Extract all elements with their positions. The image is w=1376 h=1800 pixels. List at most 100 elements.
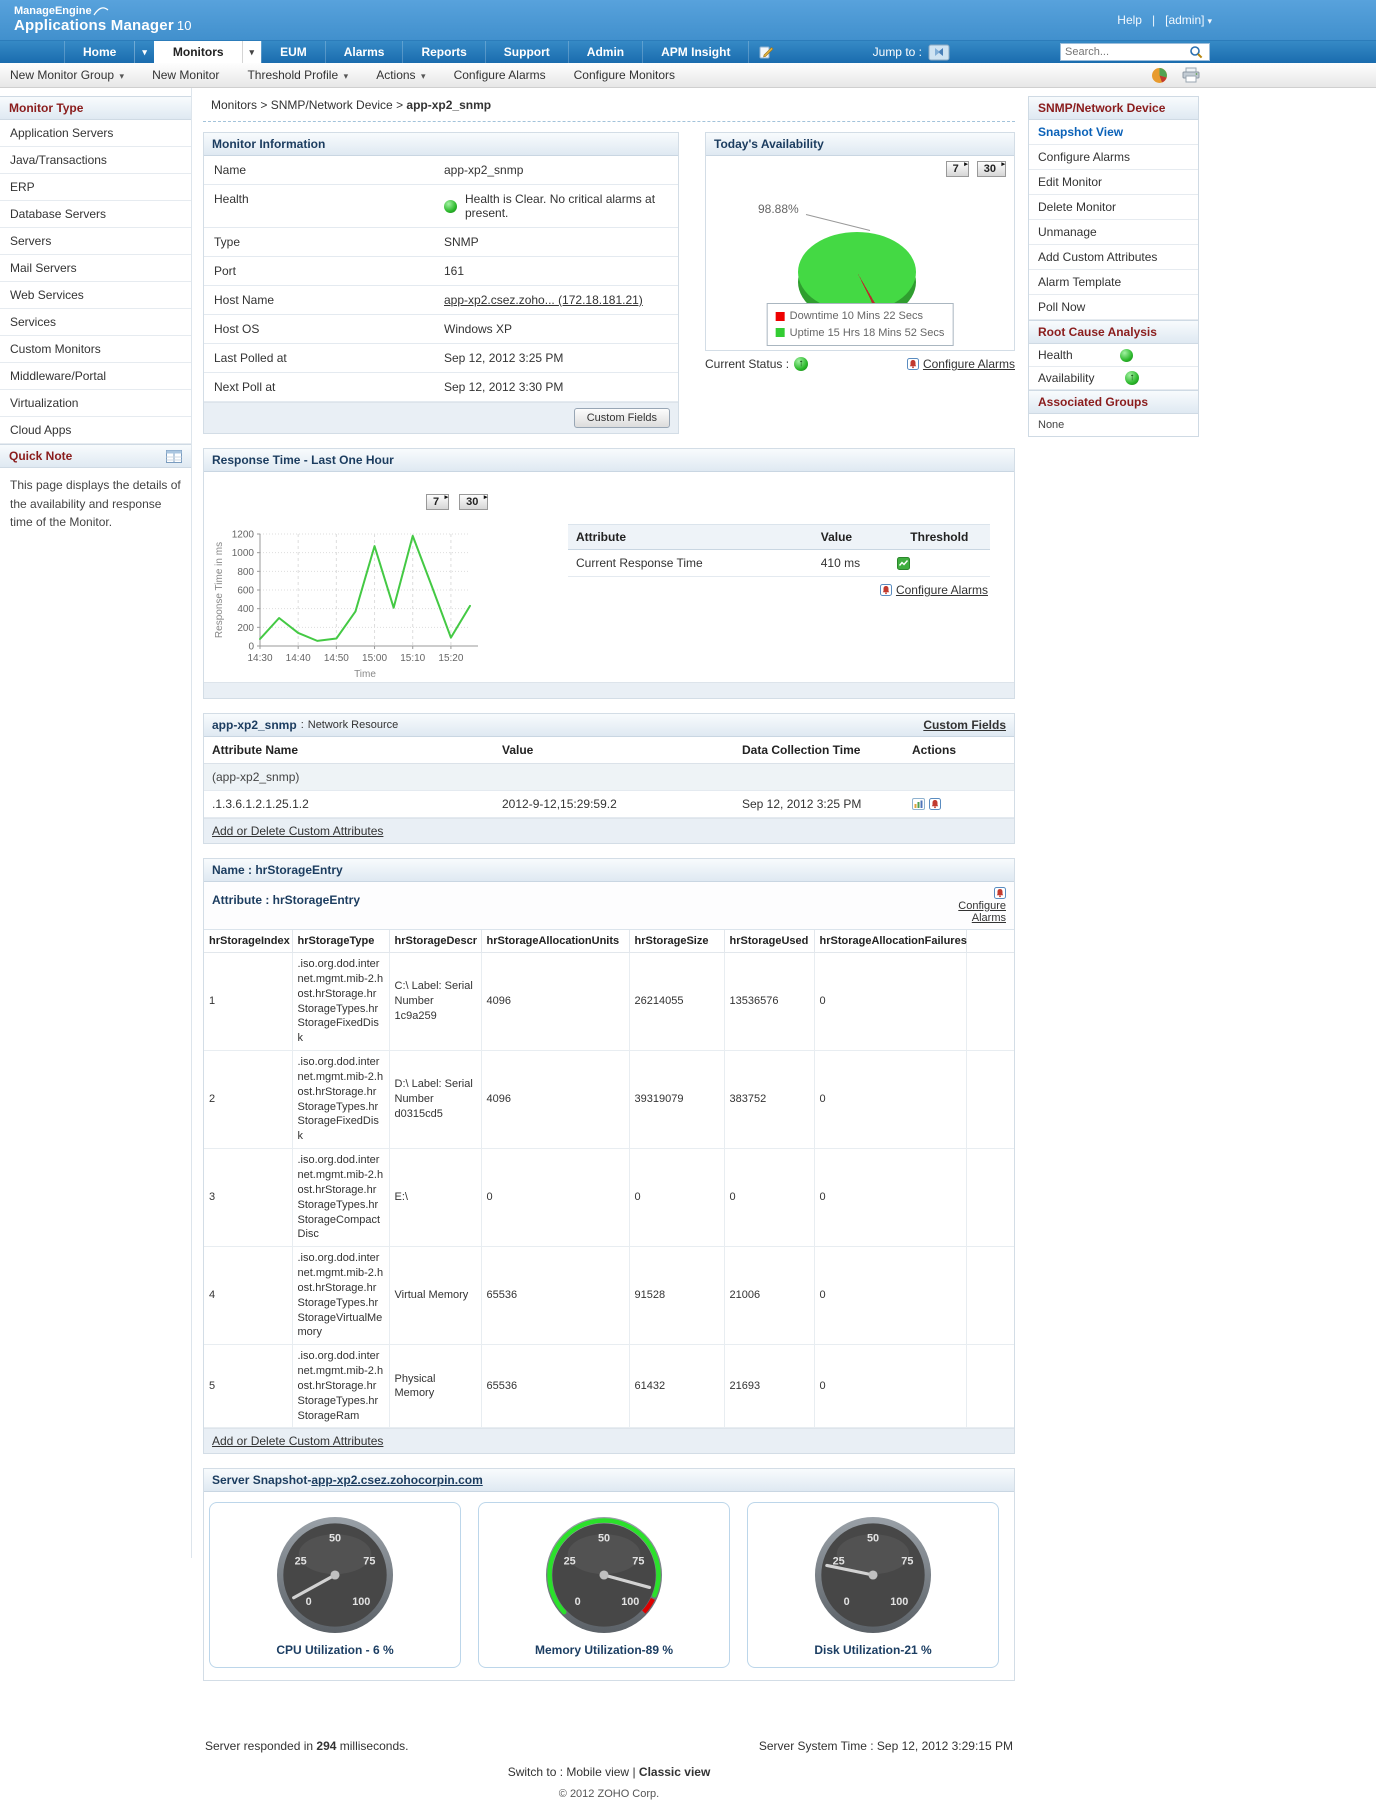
toolbar-item-label: Threshold Profile — [247, 68, 339, 82]
svg-text:25: 25 — [564, 1556, 576, 1568]
tab-home[interactable]: Home ▾ — [64, 41, 154, 63]
switch-label: Switch to : — [507, 1765, 564, 1780]
response-7-day-button[interactable]: 7 ▸ — [426, 494, 450, 510]
custom-fields-button[interactable]: Custom Fields — [573, 408, 670, 428]
health-ok-icon[interactable] — [1120, 348, 1133, 362]
svg-text:15:10: 15:10 — [400, 653, 425, 664]
toolbar-item-configure-alarms[interactable]: Configure Alarms — [454, 68, 546, 82]
sidebar-item-database-servers[interactable]: Database Servers — [0, 201, 191, 228]
sidebar-item-servers[interactable]: Servers — [0, 228, 191, 255]
edit-icon[interactable] — [759, 41, 774, 63]
sidebar-item-middleware-portal[interactable]: Middleware/Portal — [0, 363, 191, 390]
response-configure-alarms-link[interactable]: Configure Alarms — [896, 583, 988, 597]
action-item-configure-alarms[interactable]: Configure Alarms — [1029, 145, 1198, 170]
jump-to-icon[interactable] — [928, 44, 950, 61]
storage-cell: 65536 — [480, 1344, 630, 1429]
action-item-unmanage[interactable]: Unmanage — [1029, 220, 1198, 245]
sidebar-item-services[interactable]: Services — [0, 309, 191, 336]
tab-support[interactable]: Support — [484, 41, 568, 63]
tab-admin[interactable]: Admin — [567, 41, 642, 63]
svg-text:Time: Time — [354, 669, 376, 680]
toolbar-item-actions[interactable]: Actions ▾ — [376, 68, 425, 82]
availability-configure-alarms-link[interactable]: Configure Alarms — [923, 357, 1015, 371]
history-graph-icon[interactable] — [912, 798, 925, 810]
help-link[interactable]: Help — [1117, 13, 1142, 27]
snapshot-host-link[interactable]: app-xp2.csez.zohocorpin.com — [311, 1473, 482, 1487]
storage-cell: 5 — [204, 1344, 293, 1429]
network-resource-panel: app-xp2_snmp : Network Resource Custom F… — [203, 713, 1015, 844]
storage-cell: 0 — [723, 1148, 815, 1248]
storage-table-header: hrStorageType — [291, 930, 390, 953]
storage-cell: .iso.org.dod.internet.mgmt.mib-2.host.hr… — [291, 1246, 390, 1346]
action-item-snapshot-view[interactable]: Snapshot View — [1029, 120, 1198, 145]
svg-text:0: 0 — [306, 1596, 312, 1608]
toolbar-item-new-monitor-group[interactable]: New Monitor Group ▾ — [10, 68, 124, 82]
sidebar-item-cloud-apps[interactable]: Cloud Apps — [0, 417, 191, 444]
uptime-percent-label: 98.88% — [758, 202, 799, 216]
classic-view-link[interactable]: Classic view — [639, 1765, 710, 1779]
sidebar-item-erp[interactable]: ERP — [0, 174, 191, 201]
threshold-icon[interactable] — [896, 556, 982, 570]
monitor-info-label: Port — [214, 264, 237, 278]
availability-7-day-button[interactable]: 7 ▸ — [945, 161, 969, 177]
attr-threshold-cell — [888, 549, 990, 577]
storage-cell-empty — [965, 951, 1014, 1052]
toolbar-item-configure-monitors[interactable]: Configure Monitors — [574, 68, 675, 82]
toolbar-item-threshold-profile[interactable]: Threshold Profile ▾ — [247, 68, 348, 82]
status-up-icon — [794, 357, 809, 371]
search-input[interactable] — [1065, 46, 1189, 58]
tab-dropdown-arrow[interactable]: ▾ — [134, 41, 154, 63]
monitor-info-row: Health Health is Clear. No critical alarm… — [204, 185, 678, 228]
action-item-add-custom-attributes[interactable]: Add Custom Attributes — [1029, 245, 1198, 270]
sidebar-item-application-servers[interactable]: Application Servers — [0, 120, 191, 147]
toolbar-item-new-monitor[interactable]: New Monitor — [152, 68, 219, 82]
sidebar-item-mail-servers[interactable]: Mail Servers — [0, 255, 191, 282]
tab-dropdown-arrow[interactable]: ▾ — [241, 41, 262, 63]
storage-cell: 0 — [813, 951, 967, 1052]
mobile-view-link[interactable]: Mobile view — [566, 1765, 629, 1779]
alarm-bell-icon[interactable] — [929, 798, 941, 810]
monitor-info-label: Last Polled at — [214, 351, 287, 365]
monitor-info-value: SNMP — [444, 235, 668, 249]
custom-fields-link[interactable]: Custom Fields — [923, 718, 1006, 732]
quick-note-text: This page displays the details of the av… — [10, 478, 181, 530]
tab-label: Admin — [586, 45, 625, 59]
tab-reports[interactable]: Reports — [402, 41, 484, 63]
printer-icon[interactable] — [1182, 67, 1200, 83]
subnav-icons — [1151, 67, 1200, 84]
chevron-down-icon: ▾ — [418, 71, 426, 81]
availability-30-day-button[interactable]: 30 ▸ — [976, 161, 1006, 177]
sidebar-item-custom-monitors[interactable]: Custom Monitors — [0, 336, 191, 363]
add-delete-custom-attributes-link[interactable]: Add or Delete Custom Attributes — [212, 1434, 383, 1448]
storage-attribute-title: Attribute : hrStorageEntry — [212, 893, 361, 907]
storage-cell: 4 — [204, 1246, 293, 1346]
action-item-edit-monitor[interactable]: Edit Monitor — [1029, 170, 1198, 195]
action-item-delete-monitor[interactable]: Delete Monitor — [1029, 195, 1198, 220]
add-delete-custom-attributes-link[interactable]: Add or Delete Custom Attributes — [212, 824, 383, 838]
sidebar-item-web-services[interactable]: Web Services — [0, 282, 191, 309]
note-table-icon[interactable] — [166, 449, 182, 463]
pie-report-icon[interactable] — [1151, 67, 1168, 84]
tab-apm-insight[interactable]: APM Insight — [642, 41, 750, 63]
admin-menu[interactable]: [admin] ▾ — [1165, 13, 1212, 27]
storage-cell: 0 — [813, 1148, 967, 1248]
host-name-link[interactable]: app-xp2.csez.zoho... (172.18.181.21) — [444, 293, 643, 307]
sidebar-item-virtualization[interactable]: Virtualization — [0, 390, 191, 417]
gauge-dial: 0 25 50 75 100 — [276, 1517, 394, 1634]
tab-alarms[interactable]: Alarms — [324, 41, 403, 63]
action-item-alarm-template[interactable]: Alarm Template — [1029, 270, 1198, 295]
monitor-info-label: Health — [214, 192, 249, 206]
response-30-day-button[interactable]: 30 ▸ — [459, 494, 489, 510]
tab-eum[interactable]: EUM — [261, 41, 325, 63]
tab-monitors[interactable]: Monitors ▾ — [153, 41, 262, 63]
breadcrumb-link-monitors[interactable]: Monitors — [211, 98, 257, 112]
storage-configure-alarms-link[interactable]: Configure Alarms — [936, 900, 1006, 924]
availability-up-icon[interactable] — [1125, 371, 1139, 385]
action-item-poll-now[interactable]: Poll Now — [1029, 295, 1198, 320]
monitor-info-row: Next Poll at Sep 12, 2012 3:30 PM — [204, 373, 678, 402]
breadcrumb-link-snmp-network-device[interactable]: SNMP/Network Device — [271, 98, 393, 112]
svg-text:50: 50 — [867, 1533, 879, 1545]
sidebar-item-java-transactions[interactable]: Java/Transactions — [0, 147, 191, 174]
storage-cell: 65536 — [480, 1246, 630, 1346]
search-icon[interactable] — [1189, 45, 1203, 59]
